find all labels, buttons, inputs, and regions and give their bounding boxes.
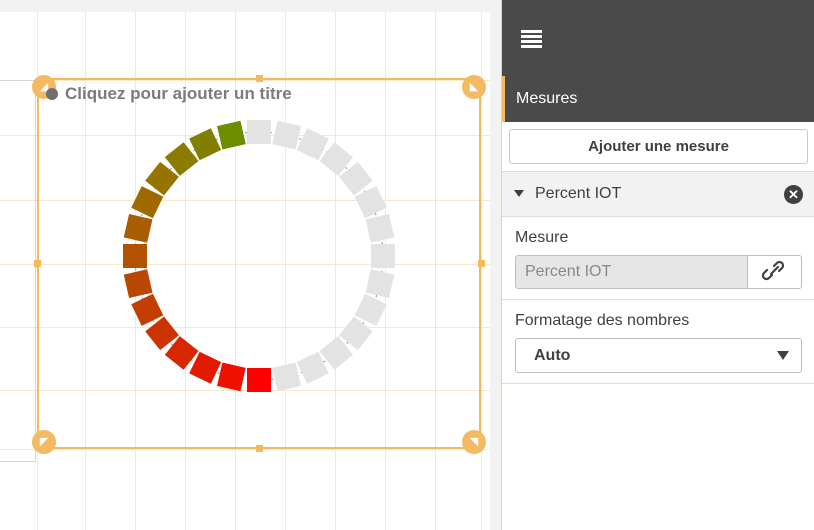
corner-handle-bottom-left-icon[interactable]: ◤ [32,430,56,454]
number-format-select[interactable]: Auto [515,338,802,373]
object-selection-frame[interactable] [37,78,481,449]
title-marker-icon [46,88,58,100]
number-format-value: Auto [534,347,571,364]
corner-handle-top-right-icon[interactable]: ◣ [462,75,486,99]
resize-handle-right[interactable] [478,260,485,267]
remove-measure-icon[interactable]: ✕ [784,185,803,204]
panel-toolbar [502,0,814,76]
measure-item-header[interactable]: Percent IOT ✕ [502,171,814,217]
measure-item-title: Percent IOT [535,185,622,202]
number-format-label: Formatage des nombres [515,312,690,329]
divider [502,383,814,384]
app-root: ◢ ◣ ◤ ◥ Cliquez pour ajouter un titre Me… [0,0,814,530]
add-measure-button[interactable]: Ajouter une mesure [509,129,808,164]
measure-field-label: Mesure [515,229,569,246]
caret-down-icon[interactable] [514,190,524,197]
divider [502,299,814,300]
properties-panel: Mesures Ajouter une mesure Percent IOT ✕… [501,0,814,530]
menu-icon[interactable] [521,30,542,48]
dropdown-caret-icon [777,351,789,360]
link-button[interactable] [747,255,802,289]
measure-expression-field[interactable]: Percent IOT [515,255,748,289]
resize-handle-bottom[interactable] [256,445,263,452]
link-icon [761,260,785,281]
resize-handle-left[interactable] [34,260,41,267]
sheet-canvas: ◢ ◣ ◤ ◥ Cliquez pour ajouter un titre [0,0,492,530]
section-header-measures[interactable]: Mesures [502,76,814,122]
chart-title[interactable]: Cliquez pour ajouter un titre [65,84,292,104]
resize-handle-top[interactable] [256,75,263,82]
corner-handle-bottom-right-icon[interactable]: ◥ [462,430,486,454]
